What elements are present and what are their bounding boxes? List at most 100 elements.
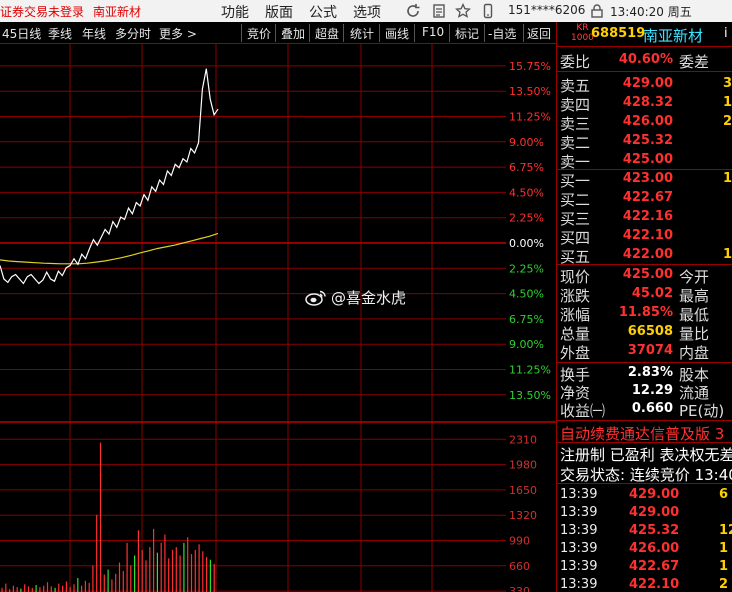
tick-price: 426.00	[629, 541, 680, 556]
percent-label-up: 2.25%	[509, 212, 544, 225]
period-multi-intraday[interactable]: 多分时	[115, 25, 151, 42]
tool-back[interactable]: 返回	[527, 25, 551, 42]
percent-label-zero: 0.00%	[509, 237, 544, 250]
stock-name: 南亚新材	[643, 27, 704, 45]
trade-status: 交易状态: 连续竞价 13:40	[560, 466, 732, 484]
star-icon[interactable]	[455, 3, 471, 19]
volume-label: 660	[509, 560, 530, 573]
tool-draw-line[interactable]: 画线	[385, 25, 409, 42]
weibi-row: 委比 40.60% 委差	[557, 51, 732, 71]
period-45day[interactable]: 45日线	[2, 25, 41, 42]
tick-volume: 2	[719, 577, 729, 592]
tick-price: 422.10	[629, 577, 680, 592]
title-bar: 证券交易未登录 南亚新材 功能 版面 公式 选项 151****6206 13:…	[0, 0, 732, 22]
tick-volume: 6	[719, 487, 729, 502]
tool-auction[interactable]: 竞价	[247, 25, 271, 42]
tool-f10[interactable]: F10	[422, 25, 444, 39]
tick-row: 13:39 422.67 1	[557, 558, 732, 576]
percent-axis-labels: 15.75% 13.50% 11.25% 9.00% 6.75% 4.50% 2.25% 0.…	[509, 60, 551, 402]
phone-icon[interactable]	[480, 3, 496, 19]
tick-price: 422.67	[629, 559, 680, 574]
ask-row: 卖五 429.00 3	[557, 75, 732, 95]
watermark: @喜金水虎	[305, 287, 406, 308]
volume-label: 990	[509, 535, 530, 548]
tool-mark[interactable]: 标记	[455, 25, 479, 42]
notes-icon[interactable]	[431, 3, 447, 19]
ask-label: 卖四	[560, 96, 591, 114]
menu-layout[interactable]: 版面	[265, 2, 293, 22]
panel-divider	[557, 420, 732, 421]
toolbar-separator	[484, 24, 485, 42]
tool-statistics[interactable]: 统计	[350, 25, 374, 42]
ask-qty: 1	[723, 95, 732, 110]
tick-time: 13:39	[560, 541, 598, 556]
stat-label: 总量	[560, 325, 591, 343]
ask-label: 卖三	[560, 115, 591, 133]
panel-divider	[557, 264, 732, 265]
stat-row: 现价 425.00 今开	[557, 266, 732, 286]
tool-watchlist[interactable]: -自选	[488, 25, 516, 42]
weibi-label: 委比	[560, 53, 591, 71]
volume-label: 1650	[509, 484, 537, 497]
bid-label: 买四	[560, 229, 591, 247]
bid-price: 423.00	[622, 171, 673, 186]
menu-options[interactable]: 选项	[353, 2, 381, 22]
toolbar-separator	[309, 24, 310, 42]
login-status[interactable]: 证券交易未登录	[0, 3, 84, 20]
tick-row: 13:39 426.00 1	[557, 540, 732, 558]
news-ticker[interactable]: 自动续费通达信普及版 3	[560, 423, 732, 444]
ask-row: 卖二 425.32	[557, 132, 732, 152]
tick-row: 13:39 422.10 2	[557, 576, 732, 592]
tool-overlay[interactable]: 叠加	[281, 25, 305, 42]
lock-icon[interactable]	[589, 3, 605, 19]
fund-value: 0.660	[631, 401, 673, 416]
tick-row: 13:39 429.00	[557, 504, 732, 522]
panel-divider	[557, 46, 732, 47]
menu-formula[interactable]: 公式	[309, 2, 337, 22]
menu-function[interactable]: 功能	[221, 2, 249, 22]
percent-label-up: 6.75%	[509, 161, 544, 174]
user-account[interactable]: 151****6206	[508, 3, 585, 17]
toolbar-separator	[343, 24, 344, 42]
ask-row: 卖三 426.00 2	[557, 113, 732, 133]
volume-label: 1980	[509, 459, 537, 472]
fund-value: 2.83%	[627, 365, 673, 380]
tool-super-board[interactable]: 超盘	[315, 25, 339, 42]
weicha-label: 委差	[679, 53, 710, 71]
info-icon[interactable]: i	[724, 26, 728, 41]
toolbar-separator	[241, 24, 242, 42]
volume-label: 330	[509, 585, 530, 592]
tick-price: 429.00	[629, 505, 680, 520]
period-more[interactable]: 更多 >	[159, 25, 197, 42]
stat-label: 现价	[560, 268, 591, 286]
fund-label-2: PE(动)	[679, 402, 725, 420]
period-year[interactable]: 年线	[82, 25, 106, 42]
stat-value: 66508	[627, 324, 673, 339]
average-price-line	[0, 232, 219, 265]
refresh-icon[interactable]	[405, 3, 421, 19]
fund-label: 收益㈠	[560, 402, 606, 420]
ask-price: 429.00	[622, 76, 673, 91]
toolbar-separator	[414, 24, 415, 42]
tick-time: 13:39	[560, 505, 598, 520]
percent-label-down: 9.00%	[509, 338, 544, 351]
percent-label-up: 13.50%	[509, 85, 551, 98]
toolbar-separator	[523, 24, 524, 42]
percent-label-up: 4.50%	[509, 186, 544, 199]
chart-toolbar: 45日线 季线 年线 多分时 更多 > 竞价 叠加 超盘 统计 画线 F10 标…	[0, 22, 556, 44]
stat-label-2: 最高	[679, 287, 710, 305]
clock: 13:40:20 周五	[610, 5, 692, 19]
bid-row: 买四 422.10	[557, 227, 732, 247]
weibi-value: 40.60%	[618, 52, 673, 67]
stat-label-2: 最低	[679, 306, 710, 324]
tick-price: 429.00	[629, 487, 680, 502]
bid-price: 422.16	[622, 209, 673, 224]
tick-volume: 1	[719, 541, 729, 556]
period-quarter[interactable]: 季线	[48, 25, 72, 42]
current-stock-name: 南亚新材	[93, 5, 142, 19]
percent-label-down: 2.25%	[509, 262, 544, 275]
bid-row: 买三 422.16	[557, 208, 732, 228]
toolbar-separator	[275, 24, 276, 42]
intraday-chart[interactable]: 15.75% 13.50% 11.25% 9.00% 6.75% 4.50% 2.25% 0.…	[0, 44, 556, 592]
bid-row: 买一 423.00 1	[557, 170, 732, 190]
